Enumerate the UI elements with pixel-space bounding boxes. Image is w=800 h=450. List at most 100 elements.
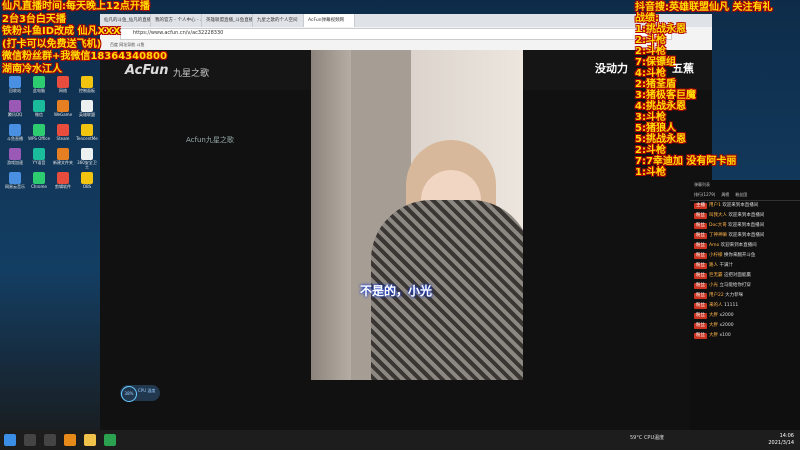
chat-text: 欢迎来到本直播间 (720, 243, 757, 248)
start-icon[interactable] (4, 434, 16, 446)
chat-tab[interactable]: 周榜 (721, 192, 729, 198)
app-icon (9, 124, 21, 136)
overlay-right-line: 4:斗枪 (635, 68, 666, 79)
app-icon (81, 148, 93, 160)
desktop-icon[interactable]: TencentMe (76, 124, 98, 141)
desktop-icon[interactable]: 控制面板 (76, 76, 98, 93)
chat-messages: 主播 用户1 欢迎来到本直播间 粉丝 叫我大人 欢迎来到本直播间 粉丝 Doc大哥 欢迎来… (690, 201, 800, 341)
address-bar[interactable]: https://www.acfun.cn/v/ac32228330 (120, 28, 672, 40)
desktop-icon[interactable]: 网络 (52, 76, 74, 93)
chat-tab[interactable]: 粉丝团 (735, 192, 747, 198)
app-icon (33, 124, 45, 136)
desktop-icon[interactable]: 360安全卫士 (76, 148, 98, 170)
desktop-icon-label: OBS (82, 184, 92, 189)
chat-badge: 粉丝 (694, 303, 707, 309)
chat-badge: 粉丝 (694, 243, 707, 249)
desktop-icon[interactable]: Steam (52, 124, 74, 141)
taskbar: 59°C CPU温度 14:06 2021/3/14 (0, 430, 800, 450)
desktop-icon[interactable]: 回收站 (4, 76, 26, 93)
app-icon (81, 124, 93, 136)
clock-time: 14:06 (779, 433, 794, 439)
desktop-icons: 回收站 此电脑 网络 控制面板腾讯QQ 微信 WeGame 英雄联盟斗鱼直播 WPS Offi… (0, 70, 100, 430)
chat-message: 粉丝 小光 立马能给你打穿 (690, 281, 800, 291)
clock-date: 2021/3/14 (768, 440, 794, 446)
desktop-icon-label: 网易云音乐 (5, 184, 25, 189)
chat-username[interactable]: 巨无霸 (709, 273, 723, 278)
desktop-icon[interactable]: 腾讯QQ (4, 100, 26, 117)
video-watermark: Acfun九星之歌 (186, 136, 234, 144)
overlay-right-line: 5:挑战永恩 (635, 134, 686, 145)
bookmarks-bar[interactable]: 百度 网址导航 斗鱼 (100, 40, 712, 50)
task-view-icon[interactable] (44, 434, 56, 446)
desktop-icon[interactable]: 网易云音乐 (4, 172, 26, 189)
desktop-icon-label: 微信 (35, 112, 43, 117)
chat-username[interactable]: 小柠檬 (709, 253, 723, 258)
app-icon (57, 124, 69, 136)
overlay-right-line: 2:斗枪 (635, 145, 666, 156)
chat-badge: 主播 (694, 203, 707, 209)
chat-username[interactable]: 大胖 (709, 333, 718, 338)
chat-username[interactable]: 叫我大人 (709, 213, 727, 218)
acfun-channel-name: 九星之歌 (173, 69, 210, 79)
chat-username[interactable]: 大胖 (709, 313, 718, 318)
folder-taskbar-icon[interactable] (84, 434, 96, 446)
desktop-icon[interactable]: YY语音 (28, 148, 50, 165)
app-icon (9, 76, 21, 88)
browser-taskbar-icon[interactable] (64, 434, 76, 446)
chat-text: 11111 (723, 303, 739, 308)
chat-message: 粉丝 大胖 x100 (690, 331, 800, 341)
chat-badge: 粉丝 (694, 253, 707, 259)
chat-username[interactable]: Doc大哥 (709, 223, 727, 228)
overlay-right-line: 5:猪狼人 (635, 123, 676, 134)
desktop-icon-label: 回收站 (9, 88, 21, 93)
desktop-icon-label: 新建文件夹 (53, 160, 73, 165)
chat-username[interactable]: 大胖 (709, 323, 718, 328)
app-icon (81, 172, 93, 184)
desktop-icon[interactable]: 英雄联盟 (76, 100, 98, 117)
taskbar-clock[interactable]: 14:06 2021/3/14 (768, 433, 794, 447)
chat-badge: 粉丝 (694, 283, 707, 289)
desktop-icon[interactable]: 剪辑软件 (52, 172, 74, 189)
chat-username[interactable]: 小光 (709, 283, 718, 288)
chat-username[interactable]: Amo (709, 243, 719, 248)
chat-text: 欢迎来到本直播间 (728, 213, 765, 218)
desktop-icon[interactable]: 新建文件夹 (52, 148, 74, 165)
chat-message: 粉丝 Amo 欢迎来到本直播间 (690, 241, 800, 251)
chat-username[interactable]: 用户1 (709, 203, 721, 208)
app-icon (33, 172, 45, 184)
video-player[interactable] (311, 50, 523, 380)
browser-tab[interactable]: 我的官方 - 个人中心 - 斗鱼 (151, 14, 202, 27)
cpu-label: CPU 温度 (138, 388, 156, 393)
desktop-icon[interactable]: 微信 (28, 100, 50, 117)
app-icon (57, 100, 69, 112)
chat-tabs: 排行(1279) 周榜 粉丝团 (690, 190, 800, 201)
overlay-right-line: 1:斗枪 (635, 167, 666, 178)
chat-text: x2000 (719, 323, 734, 328)
browser-window: 仙凡的斗鱼_仙凡的直播间 我的官方 - 个人中心 - 斗鱼 英雄联盟直播_斗鱼直… (100, 14, 712, 50)
stream-caption: 五蕉 (672, 62, 694, 75)
desktop-icon[interactable]: 游戏加速 (4, 148, 26, 165)
desktop-icon[interactable]: WPS Office (28, 124, 50, 141)
chat-username[interactable]: 用户22 (709, 293, 724, 298)
system-tray[interactable]: 59°C CPU温度 (630, 434, 664, 441)
chat-username[interactable]: 路人 (709, 263, 718, 268)
desktop-icon[interactable]: WeGame (52, 100, 74, 117)
desktop-icon-label: TencentMe (76, 136, 98, 141)
browser-tab[interactable]: 英雄联盟直播_斗鱼直播 (202, 14, 253, 27)
stream-caption: 没动力 (595, 62, 628, 75)
search-icon[interactable] (24, 434, 36, 446)
stream-overlay-right: 抖音搜:英雄联盟仙凡 关注有礼 战绩: 1:挑战永恩 2:斗枪 2:斗枪 7:保镖组 4:斗… (635, 2, 800, 178)
cpu-widget[interactable]: 38% CPU 温度 (120, 385, 160, 402)
desktop-icon[interactable]: 斗鱼直播 (4, 124, 26, 141)
chat-message: 主播 用户1 欢迎来到本直播间 (690, 201, 800, 211)
browser-tab[interactable]: 九星之歌的个人空间 (253, 14, 304, 27)
chat-tab[interactable]: 排行(1279) (694, 192, 715, 198)
browser-tab-active[interactable]: AcFun弹幕视频网 (304, 14, 355, 27)
chat-username[interactable]: 来的人 (709, 303, 723, 308)
desktop-icon[interactable]: OBS (76, 172, 98, 189)
overlay-right-line: 2:猪荃盾 (635, 79, 676, 90)
desktop-icon[interactable]: Chrome (28, 172, 50, 189)
chat-taskbar-icon[interactable] (104, 434, 116, 446)
chat-username[interactable]: 丁神神嘛 (709, 233, 727, 238)
desktop-icon[interactable]: 此电脑 (28, 76, 50, 93)
